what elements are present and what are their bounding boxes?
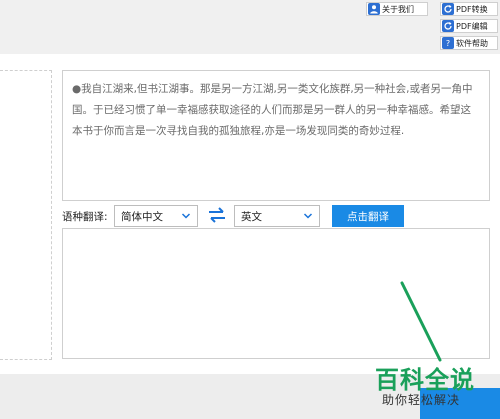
- annotation-arrow: [400, 281, 442, 362]
- watermark-subtitle: 助你轻松解决: [382, 393, 461, 407]
- watermark: 百科全说 助你轻松解决: [370, 358, 492, 412]
- watermark-title: 百科全说: [375, 366, 475, 394]
